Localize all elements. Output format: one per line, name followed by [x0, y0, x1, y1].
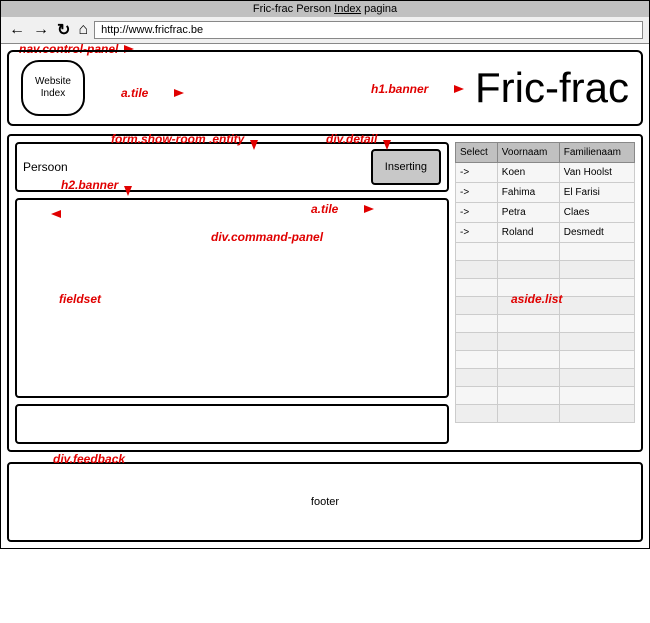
table-row-empty	[456, 369, 635, 387]
fieldset	[15, 198, 449, 398]
footer: footer	[7, 462, 643, 542]
table-row-empty	[456, 387, 635, 405]
th-first: Voornaam	[497, 143, 559, 163]
cell-last: Claes	[559, 203, 634, 223]
table-row-empty	[456, 405, 635, 423]
form-show-room-entity: Persoon Inserting Select Voornaam Famili…	[7, 134, 643, 452]
cell-first: Petra	[497, 203, 559, 223]
table-row[interactable]: ->KoenVan Hoolst	[456, 163, 635, 183]
browser-toolbar: ← → ↻ ⌂ http://www.fricfrac.be	[1, 17, 649, 44]
cell-first: Fahima	[497, 183, 559, 203]
table-row-empty	[456, 297, 635, 315]
table-row[interactable]: ->PetraClaes	[456, 203, 635, 223]
home-icon[interactable]: ⌂	[76, 21, 90, 39]
h2-banner: Persoon	[23, 160, 68, 174]
cell-last: Van Hoolst	[559, 163, 634, 183]
div-detail: Persoon Inserting	[15, 142, 449, 444]
cell-sel: ->	[456, 203, 498, 223]
title-underline: Index	[334, 3, 361, 15]
th-last: Familienaam	[559, 143, 634, 163]
th-select: Select	[456, 143, 498, 163]
browser-title-bar: Fric-frac Person Index pagina	[1, 1, 649, 17]
table-row-empty	[456, 243, 635, 261]
cell-first: Koen	[497, 163, 559, 183]
div-feedback	[15, 404, 449, 444]
table-row-empty	[456, 315, 635, 333]
h1-banner: Fric-frac	[475, 64, 629, 112]
nav-control-panel: Website Index Fric-frac	[7, 50, 643, 126]
table-row-empty	[456, 279, 635, 297]
cell-first: Roland	[497, 223, 559, 243]
forward-icon[interactable]: →	[31, 21, 51, 39]
cell-last: El Farisi	[559, 183, 634, 203]
cell-sel: ->	[456, 163, 498, 183]
table-row-empty	[456, 333, 635, 351]
table-row[interactable]: ->FahimaEl Farisi	[456, 183, 635, 203]
cell-sel: ->	[456, 183, 498, 203]
reload-icon[interactable]: ↻	[55, 20, 72, 40]
div-command-panel: Persoon Inserting	[15, 142, 449, 192]
title-post: pagina	[361, 3, 397, 15]
page-body: nav.control-panel a.tile h1.banner form.…	[1, 44, 649, 548]
table-row-empty	[456, 351, 635, 369]
website-index-tile[interactable]: Website Index	[21, 60, 85, 116]
title-pre: Fric-frac Person	[253, 3, 334, 15]
cell-last: Desmedt	[559, 223, 634, 243]
table-row[interactable]: ->RolandDesmedt	[456, 223, 635, 243]
cell-sel: ->	[456, 223, 498, 243]
inserting-button[interactable]: Inserting	[371, 149, 441, 185]
table-row-empty	[456, 261, 635, 279]
data-table: Select Voornaam Familienaam ->KoenVan Ho…	[455, 142, 635, 423]
url-input[interactable]: http://www.fricfrac.be	[94, 21, 643, 39]
aside-list: Select Voornaam Familienaam ->KoenVan Ho…	[455, 142, 635, 444]
browser-window: Fric-frac Person Index pagina ← → ↻ ⌂ ht…	[0, 0, 650, 549]
back-icon[interactable]: ←	[7, 21, 27, 39]
